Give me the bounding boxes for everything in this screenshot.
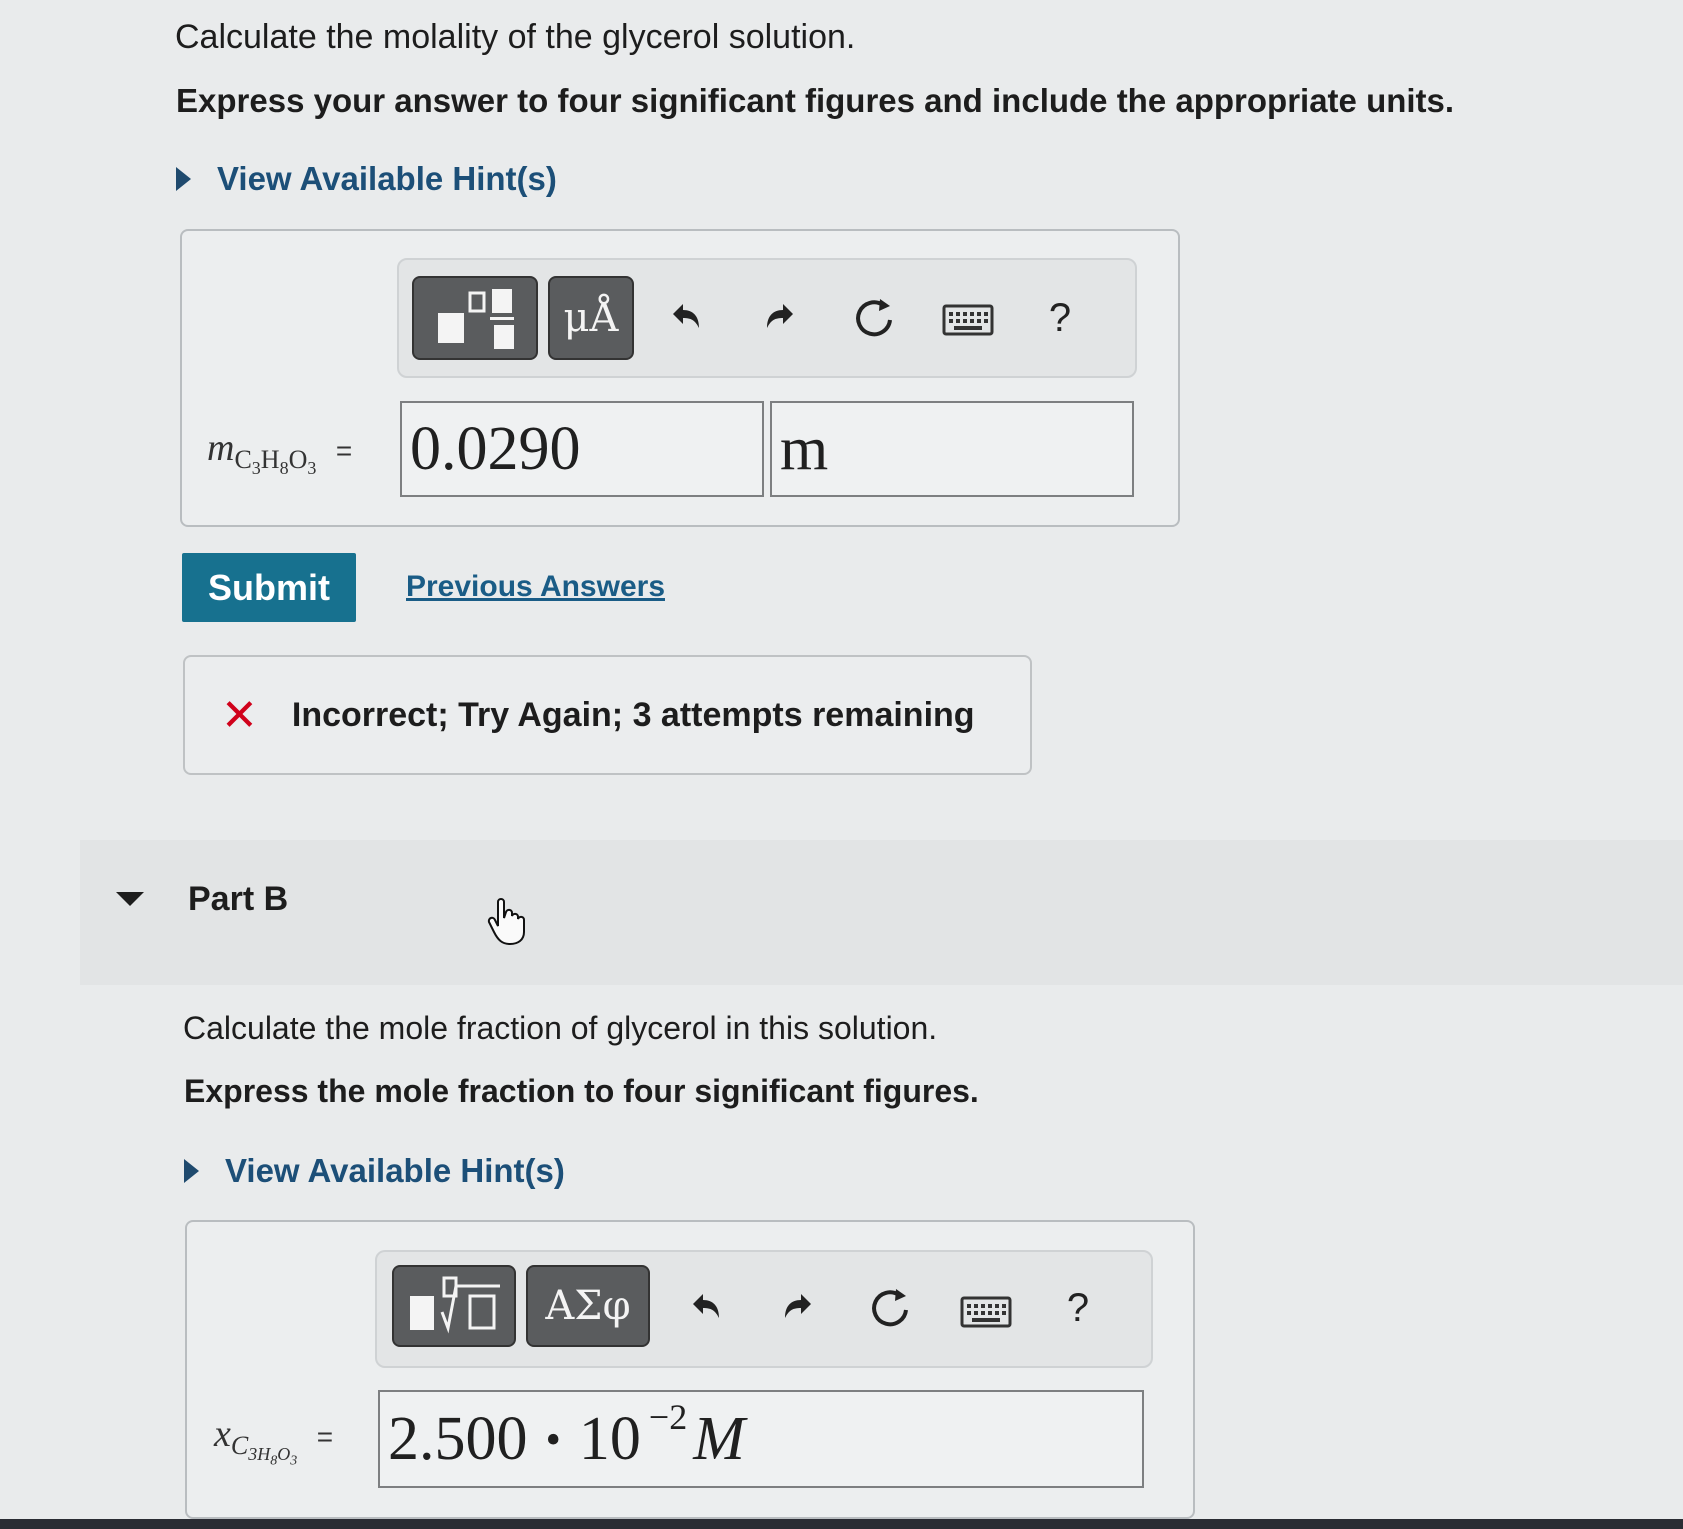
- reset-icon: [856, 299, 892, 337]
- part-b-title: Part B: [188, 880, 289, 918]
- hand-cursor-icon: [486, 898, 530, 951]
- greek-symbols-button[interactable]: ΑΣφ: [526, 1265, 650, 1347]
- redo-icon: [785, 1294, 811, 1318]
- undo-button[interactable]: [660, 290, 710, 346]
- part-b-instruction: Express the mole fraction to four signif…: [184, 1073, 979, 1109]
- mole-fraction-input[interactable]: 2.500 • 10 −2 M: [378, 1390, 1144, 1488]
- hint-label: View Available Hint(s): [225, 1152, 565, 1189]
- redo-icon: [767, 304, 793, 328]
- part-a-instruction: Express your answer to four significant …: [176, 82, 1455, 119]
- variable-symbol: x: [214, 1413, 231, 1455]
- help-label: ?: [1066, 1285, 1090, 1330]
- help-button[interactable]: ?: [1058, 1280, 1098, 1336]
- incorrect-icon: ✕: [221, 690, 258, 740]
- part-b-question: Calculate the mole fraction of glycerol …: [183, 1010, 938, 1046]
- part-a-hint-toggle[interactable]: View Available Hint(s): [176, 160, 557, 198]
- answer-unit-input[interactable]: m: [770, 401, 1134, 497]
- help-label: ?: [1048, 295, 1072, 340]
- variable-symbol: m: [207, 427, 235, 469]
- submit-button[interactable]: Submit: [182, 553, 356, 622]
- multiply-dot: •: [545, 1414, 561, 1464]
- help-button[interactable]: ?: [1040, 290, 1080, 346]
- keyboard-icon: [960, 1296, 1012, 1328]
- keyboard-button[interactable]: [958, 1292, 1014, 1332]
- part-b-hint-toggle[interactable]: View Available Hint(s): [184, 1152, 565, 1190]
- answer-base: 10: [578, 1404, 641, 1473]
- equals-sign: =: [316, 1421, 334, 1452]
- part-a-variable-label: mC3H8O3 =: [207, 426, 352, 479]
- answer-unit: M: [693, 1404, 745, 1473]
- bottom-edge: [0, 1519, 1683, 1529]
- variable-subscript: C3H8O3: [230, 1431, 298, 1469]
- collapse-arrow-icon[interactable]: [116, 892, 144, 906]
- redo-button[interactable]: [774, 1280, 824, 1336]
- part-b-header[interactable]: [80, 840, 1683, 985]
- units-button[interactable]: μÅ: [548, 276, 634, 360]
- reset-icon: [872, 1289, 908, 1327]
- templates-button[interactable]: [412, 276, 538, 360]
- variable-subscript: C3H8O3: [234, 445, 317, 479]
- templates-icon: [438, 289, 514, 349]
- reset-button[interactable]: [848, 290, 902, 346]
- keyboard-button[interactable]: [940, 300, 996, 340]
- part-a-question: Calculate the molality of the glycerol s…: [175, 18, 856, 56]
- redo-button[interactable]: [756, 290, 806, 346]
- greek-label: ΑΣφ: [545, 1283, 631, 1329]
- undo-icon: [673, 304, 699, 328]
- keyboard-icon: [942, 304, 994, 336]
- hint-label: View Available Hint(s): [217, 160, 557, 197]
- undo-icon: [693, 1294, 719, 1318]
- expand-arrow-icon: [184, 1159, 199, 1183]
- templates-button[interactable]: [392, 1265, 516, 1347]
- equals-sign: =: [335, 435, 353, 466]
- answer-mantissa: 2.500: [388, 1404, 528, 1473]
- answer-value-input[interactable]: 0.0290: [400, 401, 764, 497]
- expand-arrow-icon: [176, 167, 191, 191]
- templates-icon: [410, 1276, 500, 1334]
- undo-button[interactable]: [680, 1280, 730, 1336]
- answer-exponent: −2: [648, 1397, 688, 1437]
- feedback-box: ✕ Incorrect; Try Again; 3 attempts remai…: [183, 655, 1032, 775]
- units-label: μÅ: [563, 295, 619, 341]
- part-b-variable-label: xC3H8O3 =: [214, 1412, 333, 1470]
- previous-answers-link[interactable]: Previous Answers: [406, 570, 665, 604]
- reset-button[interactable]: [864, 1280, 918, 1336]
- feedback-text: Incorrect; Try Again; 3 attempts remaini…: [291, 695, 975, 734]
